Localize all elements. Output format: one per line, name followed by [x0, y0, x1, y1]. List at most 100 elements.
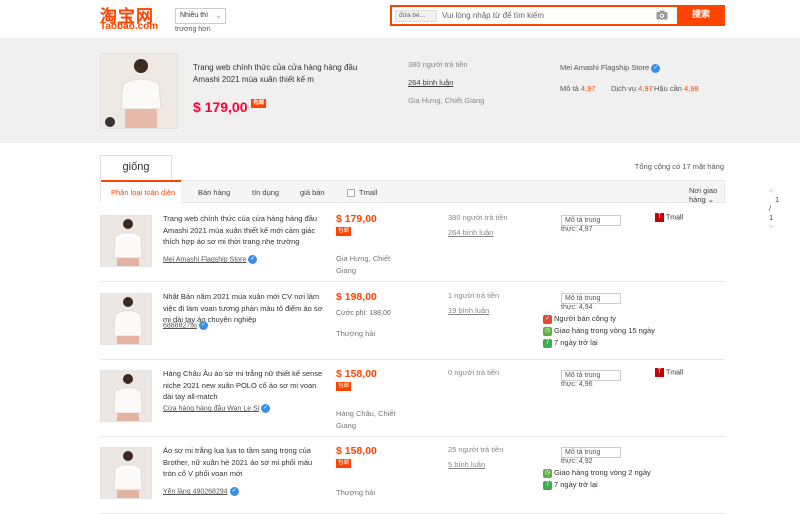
product-price-value: $ 198,00	[336, 291, 377, 303]
free-shipping-badge: 包邮	[336, 382, 352, 391]
shield-icon: ✓	[543, 314, 552, 324]
filter-tab-price[interactable]: giá bán	[300, 188, 325, 197]
product-price-value: $ 179,00	[336, 213, 377, 225]
clock-icon: ◷	[543, 326, 552, 336]
product-title[interactable]: Trang web chính thức của cửa hàng hàng đ…	[163, 213, 323, 248]
tab-similar[interactable]: giống	[100, 155, 172, 180]
filter-tmall-checkbox[interactable]: Tmall	[347, 188, 378, 198]
seller-name: 6888827lxj	[163, 322, 197, 330]
product-title[interactable]: Áo sơ mi trắng lụa lụa to tầm sang trọng…	[163, 445, 323, 480]
product-location: Thượng hải	[336, 488, 376, 497]
chevron-down-icon: ⌄	[215, 11, 222, 20]
summary-reviews-link[interactable]: 264 bình luận	[408, 78, 453, 87]
return-icon: 7	[543, 480, 552, 490]
filter-tmall-label: Tmall	[359, 188, 378, 197]
description-rating-select[interactable]: Mô tả trung	[561, 447, 621, 458]
reviews-link[interactable]: 264 bình luận	[448, 228, 493, 237]
free-shipping-badge: 包邮	[336, 459, 352, 468]
summary-price-value: $ 179,00	[193, 99, 248, 115]
rating-service: Dịch vụ 4,97	[611, 84, 653, 93]
page-indicator: 1 / 1	[769, 195, 780, 222]
search-bar: đứa bé... Vui lòng nhập từ để tìm kiếm 搜…	[390, 5, 725, 26]
seller-link[interactable]: Cửa hàng hàng đầu Wan Le Si ✓	[163, 404, 271, 413]
summary-store-name: Mei Amashi Flagship Store	[560, 63, 650, 72]
sort-select[interactable]: Nhiều thì ⌄	[175, 8, 226, 24]
filter-tab-credit[interactable]: tín dụng	[252, 188, 279, 197]
service-tag: ◷ Giao hàng trong vòng 15 ngày	[543, 326, 655, 336]
tmall-badge: T Tmall	[655, 213, 683, 222]
filter-tab-sales[interactable]: Bán hàng	[198, 188, 230, 197]
product-price: $ 158,00	[336, 368, 377, 380]
free-shipping-badge: 包邮	[251, 99, 267, 108]
filter-bar: Phân loại toàn diện Bán hàng tín dụng gi…	[100, 180, 779, 231]
service-tag: 77 ngày trở lại	[543, 338, 598, 348]
table-row: Nhật Bản năm 2021 mùa xuân mới CV nơi là…	[100, 283, 725, 360]
product-image[interactable]	[100, 447, 152, 499]
rating-description: Mô tả 4,97	[560, 84, 596, 93]
service-tag: 77 ngày trở lại	[543, 480, 598, 490]
total-count: Tổng cộng có 17 mặt hàng	[634, 162, 724, 171]
filter-tab-comprehensive[interactable]: Phân loại toàn diện	[111, 188, 175, 197]
verified-icon: ✓	[261, 404, 271, 413]
search-input[interactable]: Vui lòng nhập từ để tìm kiếm	[442, 11, 544, 20]
tmall-icon: T	[655, 213, 664, 222]
verified-icon: ✓	[651, 63, 661, 73]
table-row: Trang web chính thức của cửa hàng hàng đ…	[100, 205, 725, 282]
actual-rating: thực: 4,96	[561, 381, 593, 388]
table-row: Hàng Châu Âu áo sơ mi trắng nữ thiết kế …	[100, 360, 725, 437]
verified-icon: ✓	[229, 487, 239, 496]
product-title[interactable]: Hàng Châu Âu áo sơ mi trắng nữ thiết kế …	[163, 368, 323, 403]
taobao-logo-text[interactable]: Taobao.com	[100, 21, 158, 32]
seller-link[interactable]: Mei Amashi Flagship Store ✓	[163, 255, 258, 264]
description-rating-select[interactable]: Mô tả trung	[561, 215, 621, 226]
actual-rating: thực: 4,97	[561, 226, 593, 233]
next-page-icon[interactable]: >	[769, 222, 773, 231]
free-shipping-badge: 包邮	[336, 227, 352, 236]
table-row: Áo sơ mi trắng lụa lụa to tầm sang trọng…	[100, 437, 725, 514]
product-location: Thượng hải	[336, 329, 376, 338]
product-price: $ 179,00	[336, 213, 377, 225]
checkbox-icon	[347, 189, 355, 198]
product-image[interactable]	[100, 215, 152, 267]
product-price: $ 158,00	[336, 445, 377, 457]
reviews-link[interactable]: 5 bình luận	[448, 460, 485, 469]
ship-location-select[interactable]: Nơi giao hàng ⌄	[689, 186, 724, 204]
search-button[interactable]: 搜索	[677, 5, 725, 26]
chevron-down-icon: ⌄	[707, 195, 715, 204]
camera-icon[interactable]	[656, 10, 668, 20]
reviews-link[interactable]: 19 bình luận	[448, 306, 489, 315]
sort-sub-label: trường hơn	[175, 26, 211, 33]
product-price: $ 198,00	[336, 291, 377, 303]
seller-link[interactable]: Yên làng 490268294 ✓	[163, 487, 239, 496]
prev-page-icon[interactable]: <	[769, 186, 773, 195]
seller-link[interactable]: 6888827lxj ✓	[163, 321, 208, 330]
search-scope[interactable]: đứa bé...	[395, 10, 437, 22]
summary-product-image[interactable]	[100, 53, 178, 129]
service-tag: ✓ Người bán công ty	[543, 314, 617, 324]
rating-logistics: Hậu cần 4,98	[654, 84, 699, 93]
seller-name: Mei Amashi Flagship Store	[163, 256, 247, 264]
service-tag: ◷ Giao hàng trong vòng 2 ngày	[543, 468, 651, 478]
sold-count: 380 người trả tiền	[448, 213, 508, 222]
seller-name: Yên làng 490268294	[163, 488, 228, 496]
header: 淘宝网 Taobao.com Nhiều thì ⌄ trường hơn đứ…	[0, 0, 800, 38]
description-rating-select[interactable]: Mô tả trung	[561, 370, 621, 381]
clock-icon: ◷	[543, 468, 552, 478]
pager: < 1 / 1 >	[769, 186, 779, 231]
summary-store[interactable]: Mei Amashi Flagship Store ✓	[560, 63, 661, 73]
summary-title[interactable]: Trang web chính thức của cửa hàng hàng đ…	[193, 62, 363, 86]
product-image[interactable]	[100, 293, 152, 345]
description-rating-select[interactable]: Mô tả trung	[561, 293, 621, 304]
sold-count: 0 người trả tiền	[448, 368, 500, 377]
summary-price: $ 179,00 包邮	[193, 99, 267, 115]
shipping-fee: Cước phí: 188,00	[336, 310, 391, 317]
return-icon: 7	[543, 338, 552, 348]
verified-icon: ✓	[248, 255, 258, 264]
product-image[interactable]	[100, 370, 152, 422]
seller-name: Cửa hàng hàng đầu Wan Le Si	[163, 405, 260, 413]
product-location: Hàng Châu, Chiết Giang	[336, 409, 396, 430]
sold-count: 1 người trả tiền	[448, 291, 500, 300]
summary-sold: 380 người trả tiền	[408, 60, 468, 69]
tmall-icon: T	[655, 368, 664, 377]
verified-icon: ✓	[198, 321, 208, 330]
